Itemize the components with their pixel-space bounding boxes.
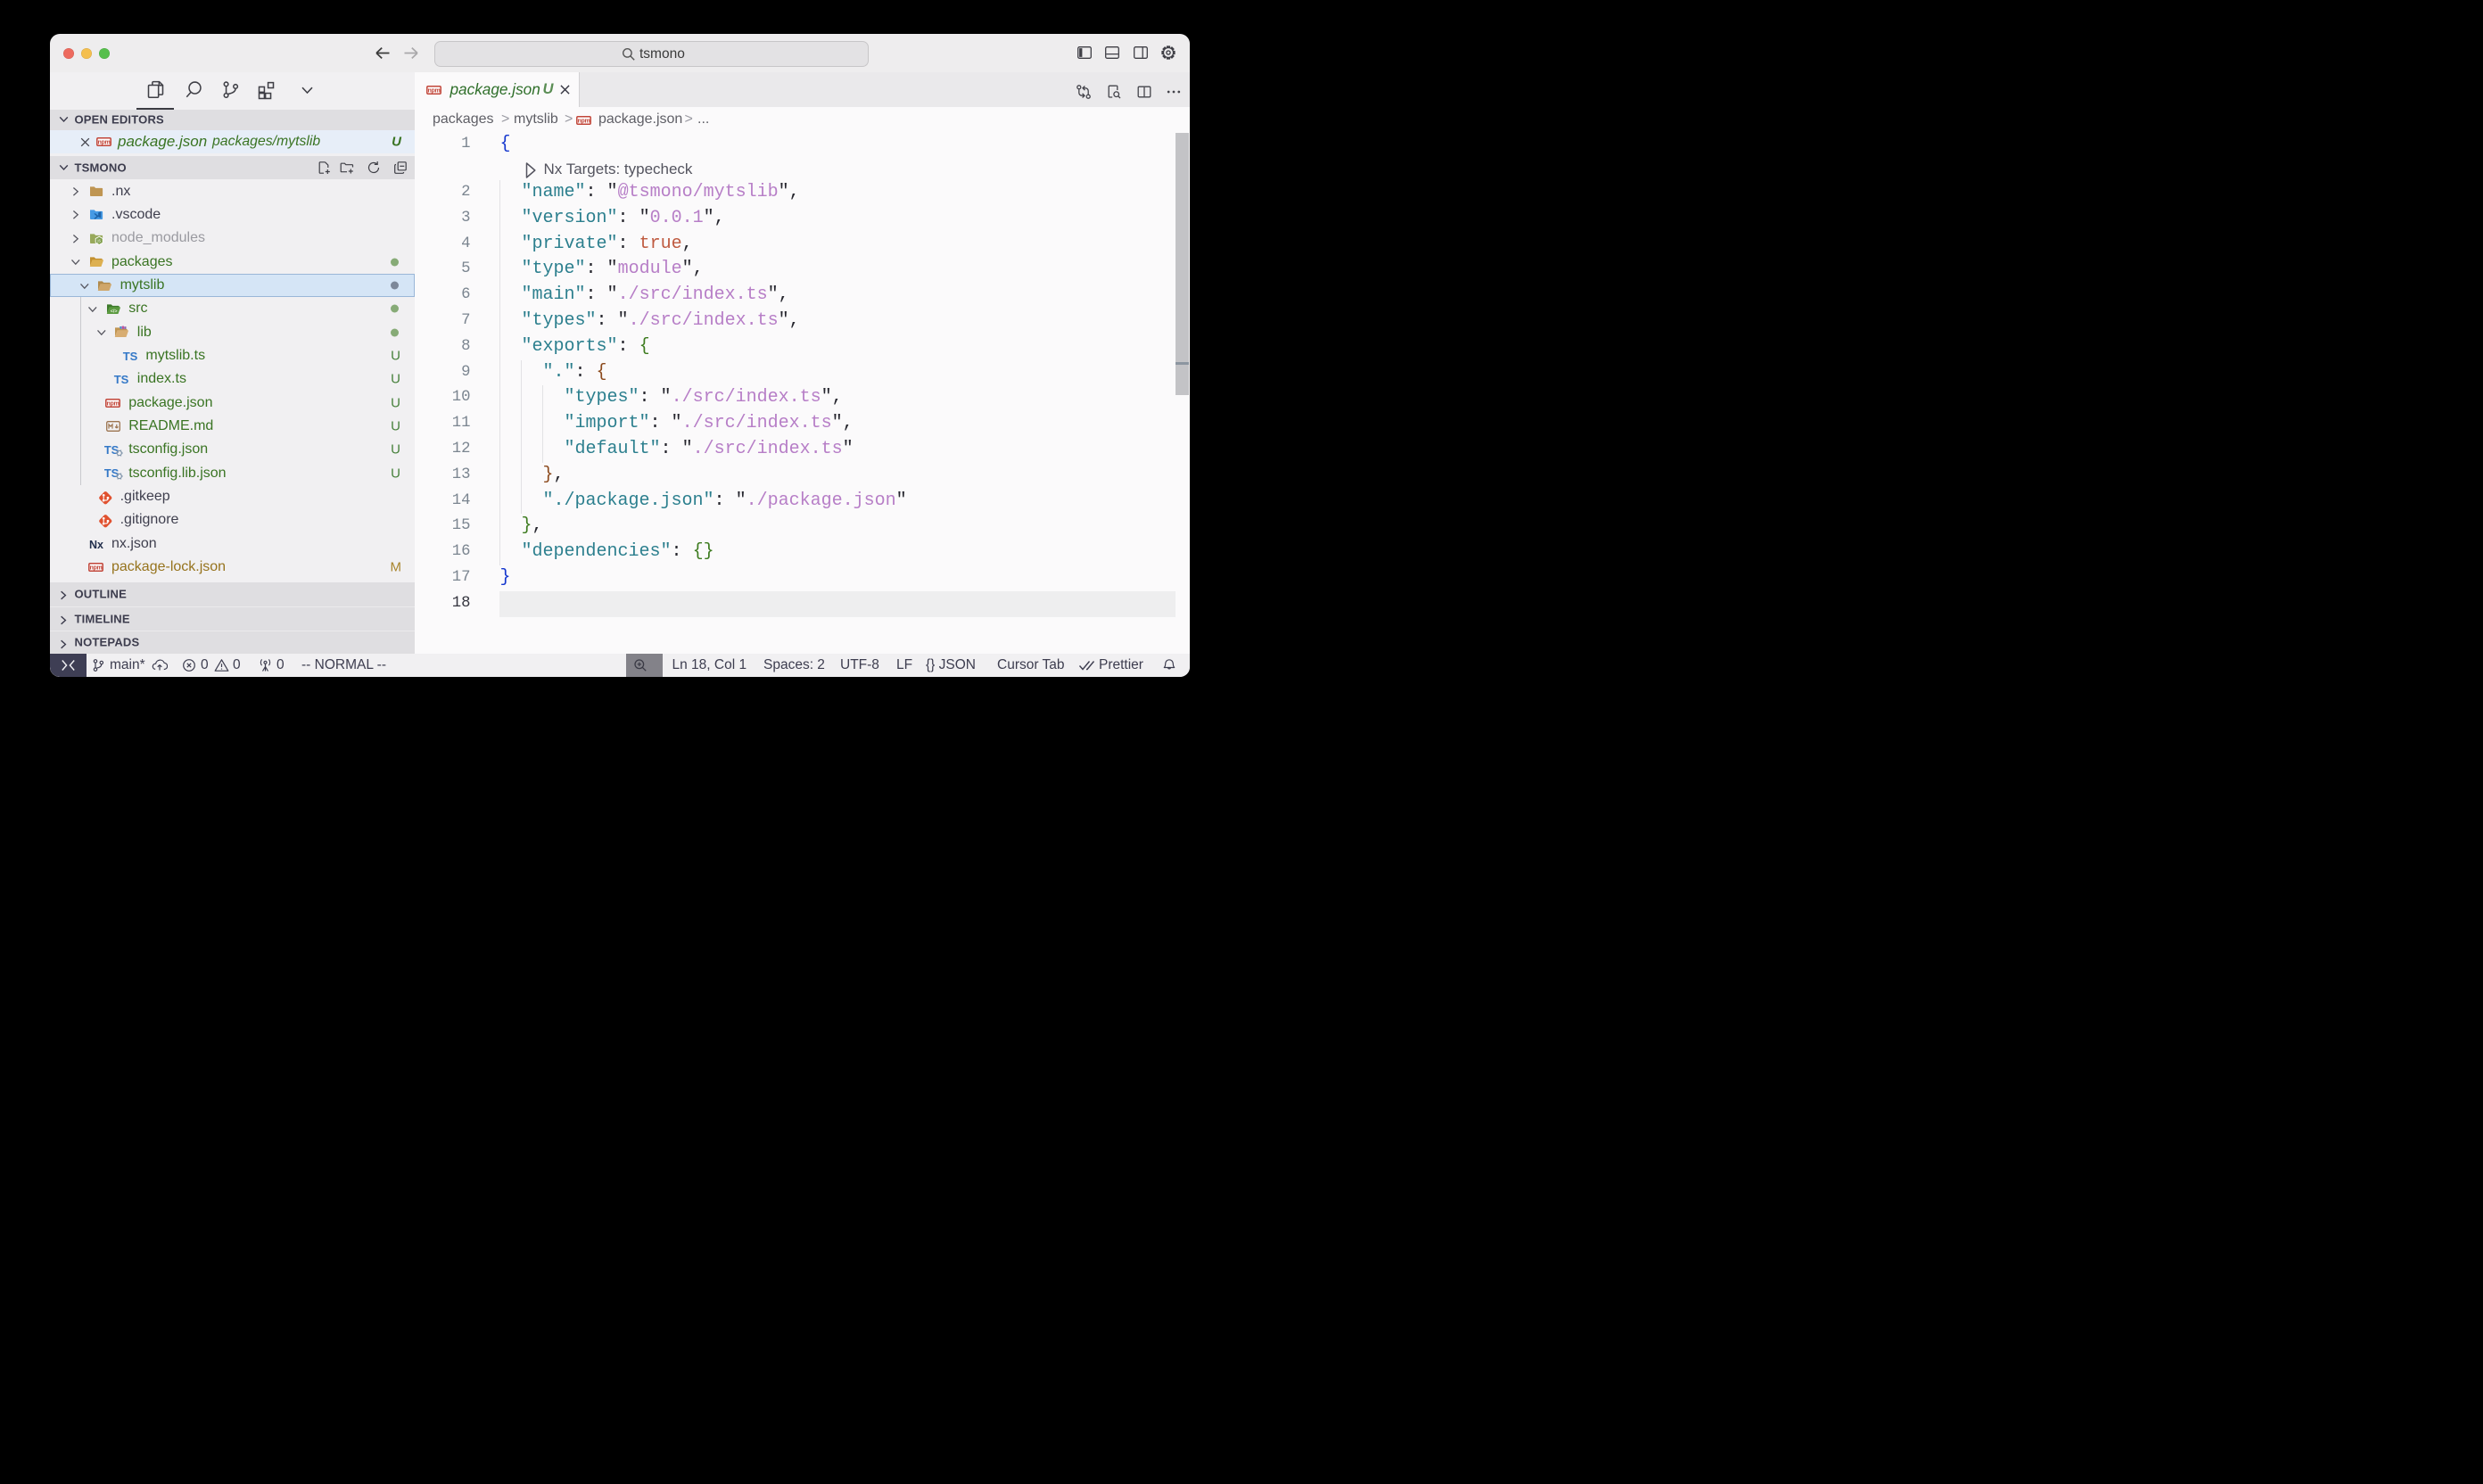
svg-text:npm: npm [97, 140, 110, 146]
svg-text:npm: npm [428, 87, 441, 94]
svg-text:npm: npm [578, 118, 590, 124]
svg-text:js: js [96, 239, 101, 244]
svg-text:</>: </> [110, 309, 117, 314]
svg-text:TS: TS [114, 373, 129, 385]
svg-text:npm: npm [107, 400, 120, 407]
svg-text:npm: npm [90, 565, 103, 572]
svg-text:TS: TS [123, 350, 138, 362]
svg-text:Nx: Nx [89, 539, 103, 550]
